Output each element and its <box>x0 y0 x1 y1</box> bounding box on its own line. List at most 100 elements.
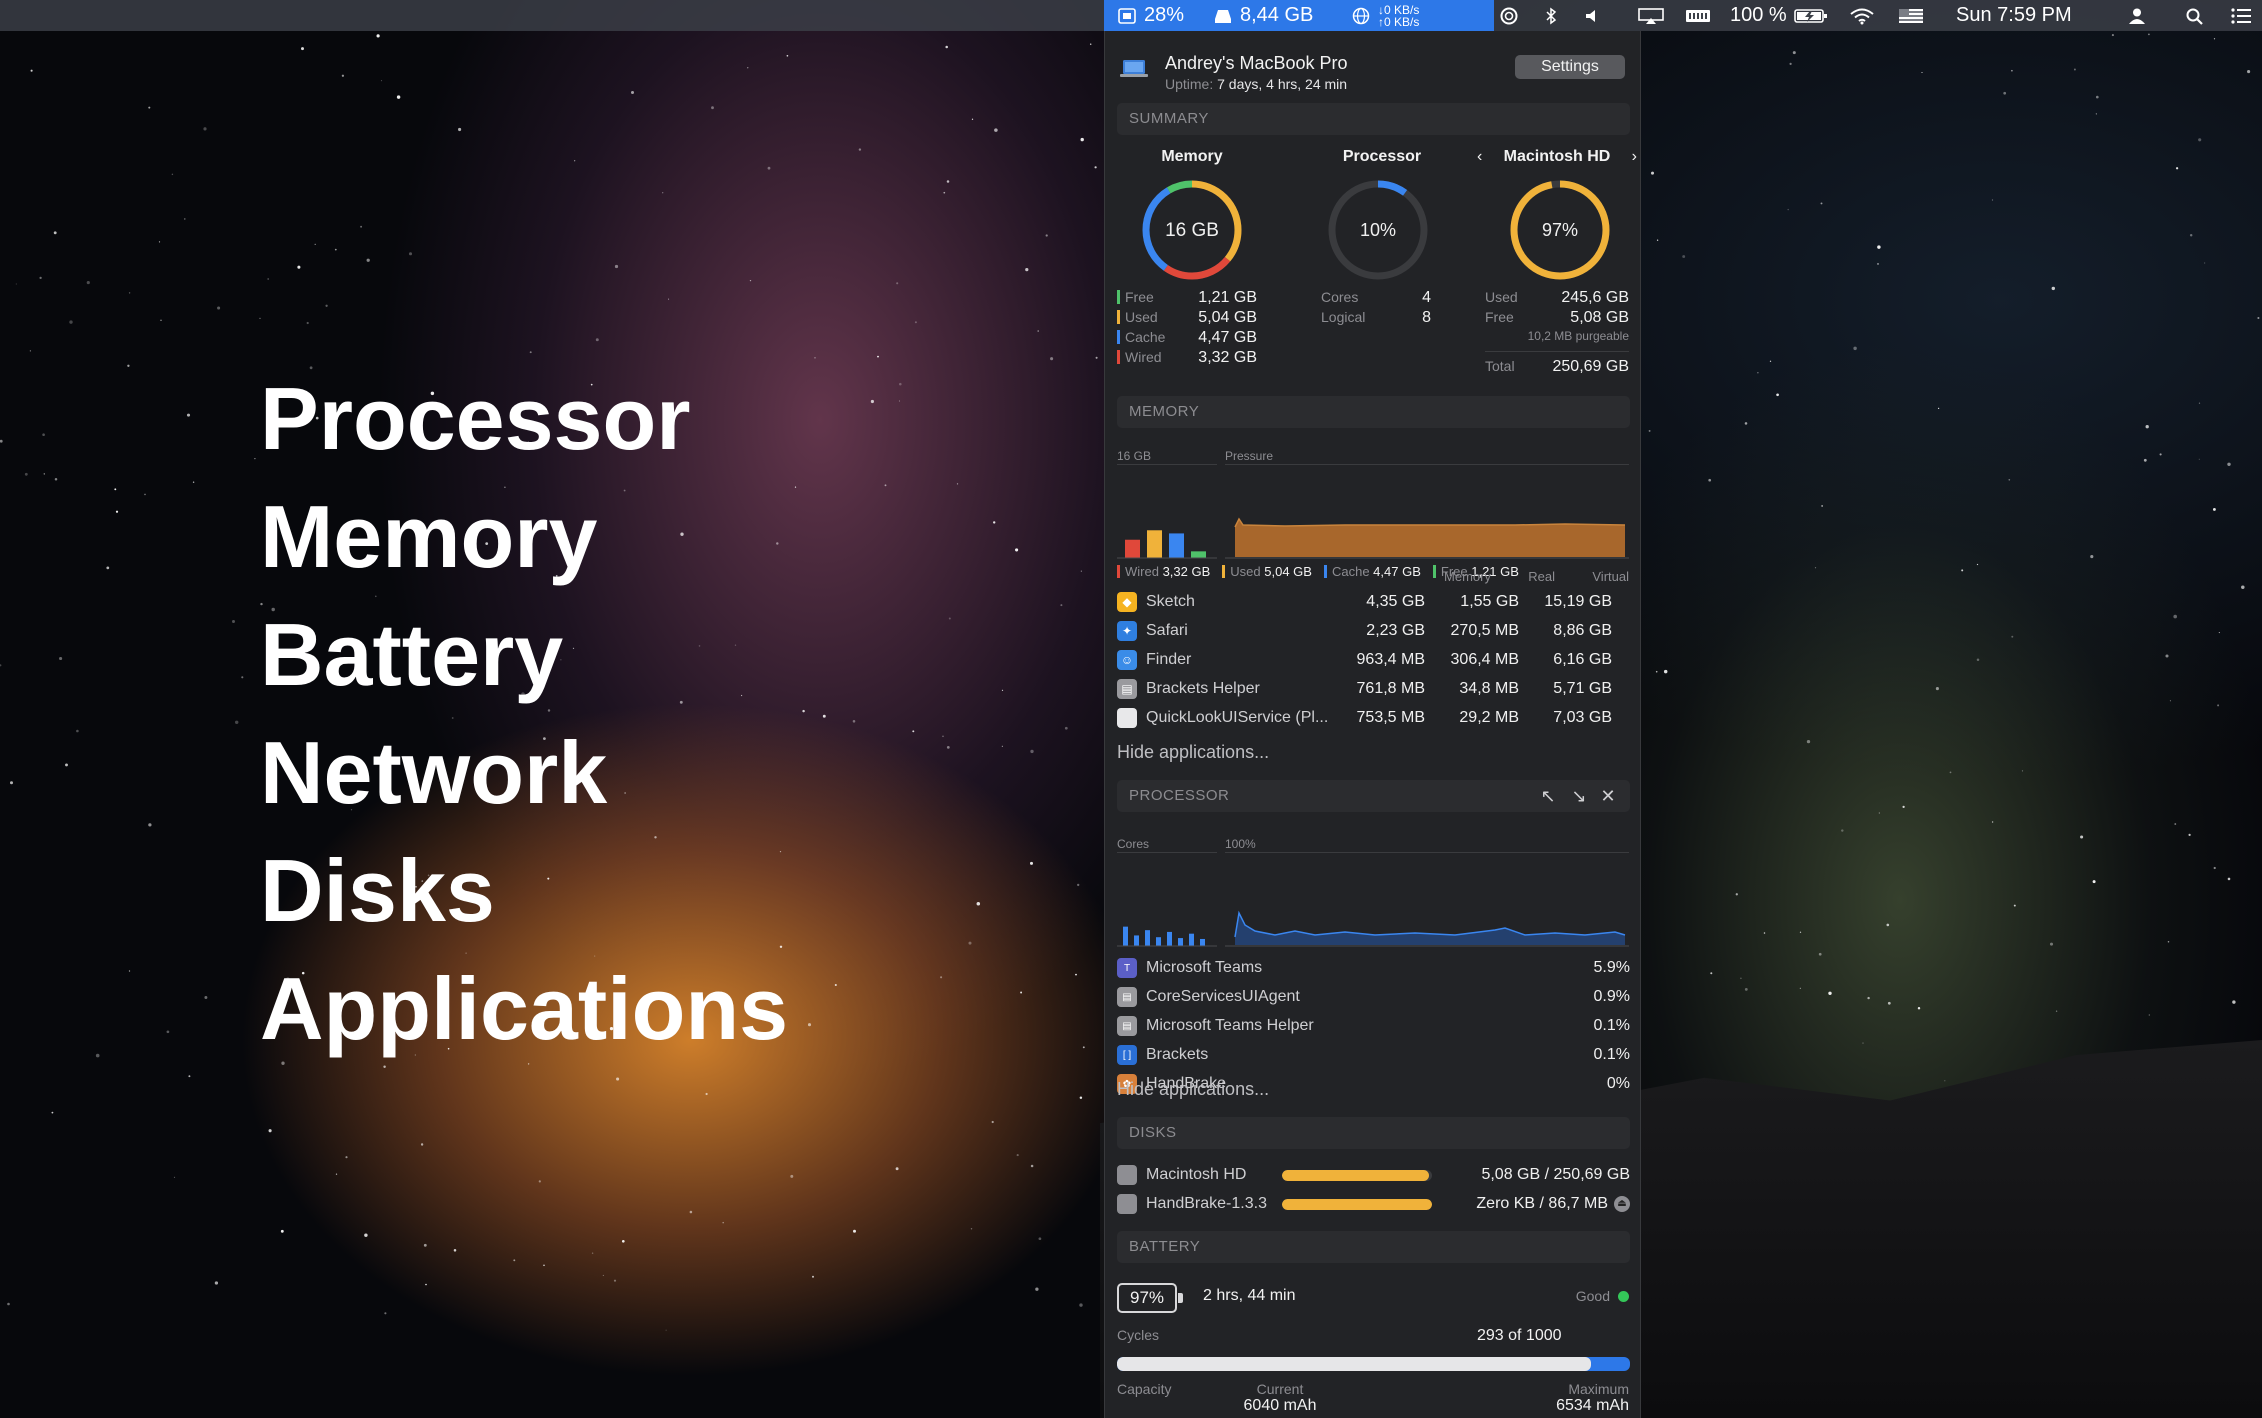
app-real: 1,55 GB <box>1460 593 1519 610</box>
star <box>1045 234 1048 237</box>
star <box>366 258 370 262</box>
memory-pressure-chart <box>1225 517 1629 559</box>
list-icon <box>2231 7 2251 24</box>
feature-network: Network <box>260 723 608 822</box>
airplay-menubar-item[interactable] <box>1636 0 1666 31</box>
star <box>95 1053 100 1058</box>
hide-memory-apps-link[interactable]: Hide applications... <box>1117 742 1269 763</box>
memory-app-row[interactable]: ✦ Safari 2,23 GB 270,5 MB 8,86 GB <box>1117 617 1630 645</box>
app-name: Safari <box>1146 622 1188 639</box>
cores-topline <box>1117 852 1217 853</box>
star <box>127 364 130 367</box>
clock-menubar-item[interactable]: Sun 7:59 PM <box>1956 0 2072 31</box>
disk-ring-center: 97% <box>1542 220 1578 240</box>
memory-chart-capacity-label: 16 GB <box>1117 449 1152 463</box>
star <box>1769 360 1772 362</box>
star <box>334 248 337 251</box>
battery-menubar-item[interactable]: 100 % <box>1730 0 1829 31</box>
memory-icon <box>1686 9 1710 22</box>
star <box>1976 563 1979 566</box>
star <box>1080 137 1084 142</box>
airplay-icon <box>1638 7 1664 24</box>
star <box>1095 356 1098 359</box>
memory-menubar-item[interactable]: 8,44 GB <box>1212 0 1313 31</box>
cpu-menubar-item[interactable]: 28% <box>1116 0 1184 31</box>
wifi-menubar-item[interactable] <box>1848 0 1876 31</box>
core-bar <box>1134 935 1139 946</box>
star <box>1976 658 1980 662</box>
memory-app-row[interactable]: ▤ Brackets Helper 761,8 MB 34,8 MB 5,71 GB <box>1117 675 1630 703</box>
volume-menubar-item[interactable] <box>1582 0 1604 31</box>
memory-wired-value: 3,32 GB <box>1198 349 1257 366</box>
star <box>2055 1010 2058 1012</box>
star <box>543 1264 545 1267</box>
system-stats-menubar-item[interactable]: 28% 8,44 GB ↓0 KB/s ↑0 KB/s <box>1104 0 1494 31</box>
battery-health: Good <box>1505 1288 1629 1304</box>
safari-icon: ✦ <box>1117 621 1137 641</box>
cores-label: Cores <box>1321 289 1359 305</box>
user-menubar-item[interactable] <box>2126 0 2148 31</box>
memory-bar <box>1125 539 1140 558</box>
star <box>898 400 900 402</box>
star <box>1020 991 1023 994</box>
memory-cache-label: Cache <box>1125 329 1166 345</box>
star <box>30 69 33 72</box>
memory-app-row[interactable]: QuickLookUIService (Pl... 753,5 MB 29,2 MB… <box>1117 704 1630 732</box>
star <box>948 617 951 620</box>
wired-swatch <box>1117 350 1120 364</box>
star <box>384 1312 387 1315</box>
star <box>69 320 73 324</box>
star <box>1757 372 1759 374</box>
previous-disk-chevron-icon[interactable]: ‹ <box>1477 148 1482 166</box>
star <box>2011 635 2014 638</box>
radar-menubar-item[interactable] <box>1498 0 1520 31</box>
detach-arrow-icon[interactable]: ↘ <box>1568 785 1590 807</box>
star <box>306 321 309 325</box>
app-memory: 4,35 GB <box>1366 593 1425 610</box>
cycles-label: Cycles <box>1117 1327 1160 1343</box>
notification-center-menubar-item[interactable] <box>2230 0 2252 31</box>
hide-processor-apps-link[interactable]: Hide applications... <box>1117 1079 1269 1100</box>
star <box>621 1239 625 1243</box>
network-menubar-item[interactable]: ↓0 KB/s ↑0 KB/s <box>1350 0 1419 31</box>
disk-row[interactable]: Macintosh HD 5,08 GB / 250,69 GB <box>1117 1161 1630 1189</box>
disk-row[interactable]: HandBrake-1.3.3 Zero KB / 86,7 MB ⏏ <box>1117 1190 1630 1218</box>
star <box>29 350 32 352</box>
star <box>2212 507 2216 511</box>
next-disk-chevron-icon[interactable]: › <box>1632 148 1637 166</box>
clock-text: Sun 7:59 PM <box>1956 4 2072 26</box>
memory-app-row[interactable]: ◆ Sketch 4,35 GB 1,55 GB 15,19 GB <box>1117 588 1630 616</box>
bluetooth-menubar-item[interactable] <box>1540 0 1562 31</box>
memory-used-row: Used 5,04 GB <box>1117 309 1257 329</box>
uptime-label: Uptime: <box>1165 76 1214 92</box>
memory-strip-menubar-item[interactable] <box>1684 0 1712 31</box>
input-source-menubar-item[interactable] <box>1898 0 1924 31</box>
processor-app-row[interactable]: [ ] Brackets 0.1% <box>1117 1041 1630 1069</box>
processor-app-row[interactable]: ▤ Microsoft Teams Helper 0.1% <box>1117 1012 1630 1040</box>
star <box>2232 1000 2236 1004</box>
disk-name: Macintosh HD <box>1146 1166 1247 1183</box>
maximum-capacity: Maximum 6534 mAh <box>1519 1381 1629 1415</box>
star <box>1867 996 1870 1000</box>
processor-cores-row: Cores 4 <box>1321 289 1431 309</box>
settings-button[interactable]: Settings <box>1515 55 1625 79</box>
legend-cache: Cache 4,47 GB <box>1323 564 1421 579</box>
star <box>616 1077 620 1081</box>
eject-icon[interactable]: ⏏ <box>1614 1196 1630 1212</box>
memory-app-row[interactable]: ☺ Finder 963,4 MB 306,4 MB 6,16 GB <box>1117 646 1630 674</box>
star <box>0 439 3 443</box>
processor-app-row[interactable]: T Microsoft Teams 5.9% <box>1117 954 1630 982</box>
star <box>2198 138 2202 142</box>
expand-arrow-icon[interactable]: ↖ <box>1537 785 1559 807</box>
star <box>2159 453 2162 456</box>
star <box>970 1228 973 1230</box>
star <box>991 1120 994 1124</box>
close-icon[interactable]: ✕ <box>1597 785 1619 807</box>
app-virtual: 6,16 GB <box>1553 651 1612 668</box>
spotlight-menubar-item[interactable] <box>2184 0 2206 31</box>
capacity-bar-fill <box>1117 1357 1592 1371</box>
processor-app-row[interactable]: ▤ CoreServicesUIAgent 0.9% <box>1117 983 1630 1011</box>
star <box>43 473 45 475</box>
app-virtual: 5,71 GB <box>1553 680 1612 697</box>
app-cpu-usage: 0.1% <box>1593 1046 1630 1063</box>
